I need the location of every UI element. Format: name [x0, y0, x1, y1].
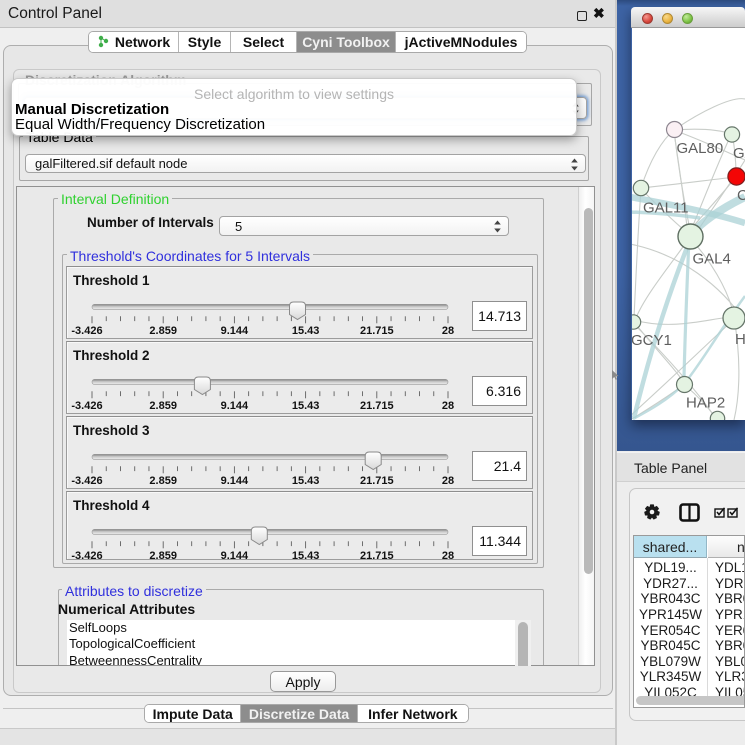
svg-text:GAL80: GAL80 — [677, 140, 724, 157]
svg-text:GA: GA — [733, 145, 745, 162]
svg-text:GCY1: GCY1 — [632, 332, 672, 349]
svg-text:GAL4: GAL4 — [693, 251, 731, 268]
svg-text:GAL11: GAL11 — [643, 200, 689, 217]
svg-text:C: C — [737, 187, 745, 204]
svg-text:HAP2: HAP2 — [686, 395, 725, 412]
svg-text:H: H — [735, 331, 745, 348]
